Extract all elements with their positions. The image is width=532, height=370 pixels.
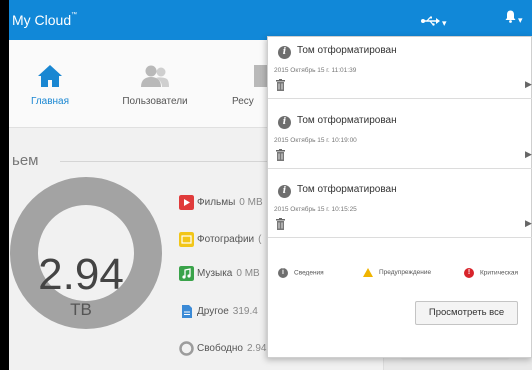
legend-value: 0 МВ (239, 197, 263, 209)
music-icon (179, 266, 194, 281)
nav-item-home[interactable]: Главная (20, 62, 80, 107)
home-icon (38, 65, 62, 87)
brand-name: My Cloud (12, 12, 72, 28)
photo-icon (179, 232, 194, 247)
trash-icon[interactable] (276, 218, 285, 230)
notification-item[interactable]: i Том отформатирован 2015 Октябрь 15 г. … (268, 37, 532, 99)
app-window: My Cloud™ ▾ ▾ Главная Пользователи Ресу … (0, 0, 532, 370)
info-icon: i (278, 116, 291, 129)
filter-info[interactable]: i Сведения (278, 268, 324, 278)
notification-title: Том отформатирован (297, 45, 397, 56)
notification-title: Том отформатирован (297, 184, 397, 195)
chevron-down-icon: ▾ (518, 15, 523, 25)
nav-item-shares[interactable]: Ресу (232, 62, 272, 107)
users-icon (141, 65, 169, 87)
capacity-value: 2.94 (38, 250, 124, 299)
legend-label: Свободно (197, 343, 243, 355)
brand-trademark: ™ (71, 12, 78, 18)
notifications-button[interactable]: ▾ (505, 10, 523, 27)
file-icon (182, 305, 192, 318)
capacity-unit: ТВ (70, 300, 92, 319)
nav-item-users[interactable]: Пользователи (110, 62, 200, 107)
chevron-right-icon[interactable]: ▶ (525, 79, 532, 90)
legend-label: Фотографии (197, 234, 255, 246)
notification-item[interactable]: i Том отформатирован 2015 Октябрь 15 г. … (268, 176, 532, 238)
window-edge (0, 0, 9, 370)
info-icon: i (278, 268, 288, 278)
notifications-dropdown: i Том отформатирован 2015 Октябрь 15 г. … (267, 36, 532, 358)
legend-music[interactable]: Музыка 0 МВ (179, 266, 260, 281)
chevron-right-icon[interactable]: ▶ (525, 218, 532, 229)
nav-label-shares: Ресу (232, 96, 254, 107)
notification-date: 2015 Октябрь 15 г. 11:01:39 (274, 67, 357, 74)
legend-movies[interactable]: Фильмы 0 МВ (179, 195, 263, 210)
legend-label: Фильмы (197, 197, 236, 209)
filter-warning[interactable]: Предупреждение (363, 268, 431, 277)
info-icon: i (278, 46, 291, 59)
chevron-down-icon: ▾ (442, 18, 447, 28)
notification-date: 2015 Октябрь 15 г. 10:19:00 (274, 137, 357, 144)
critical-icon: ! (464, 268, 474, 278)
usb-menu[interactable]: ▾ (420, 13, 447, 29)
nav-label-users: Пользователи (122, 96, 188, 107)
legend-other[interactable]: Другое 319.4 (179, 304, 258, 319)
free-space-icon (179, 341, 194, 356)
legend-value: ( (258, 234, 262, 246)
filter-warning-label: Предупреждение (379, 269, 432, 277)
brand-logo[interactable]: My Cloud™ (12, 12, 77, 28)
usb-icon (421, 16, 440, 26)
filter-info-label: Сведения (294, 269, 324, 277)
notification-title: Том отформатирован (297, 115, 397, 126)
trash-icon[interactable] (276, 149, 285, 161)
notification-item[interactable]: i Том отформатирован 2015 Октябрь 15 г. … (268, 107, 532, 169)
notification-date: 2015 Октябрь 15 г. 10:15:25 (274, 206, 357, 213)
legend-photos[interactable]: Фотографии( (179, 232, 262, 247)
section-title-capacity: ьем (12, 152, 39, 169)
legend-label: Музыка (197, 268, 233, 280)
legend-value: 0 МВ (236, 268, 260, 280)
trash-icon[interactable] (276, 79, 285, 91)
view-all-button[interactable]: Просмотреть все (415, 301, 518, 325)
legend-label: Другое (197, 306, 229, 318)
nav-label-home: Главная (30, 96, 70, 107)
warning-icon (363, 268, 373, 277)
chevron-right-icon[interactable]: ▶ (525, 149, 532, 160)
bell-icon (505, 10, 516, 23)
top-bar: My Cloud™ ▾ ▾ (0, 0, 532, 40)
film-icon (179, 195, 194, 210)
filter-critical[interactable]: ! Критическая (464, 268, 518, 278)
info-icon: i (278, 185, 291, 198)
legend-value: 319.4 (232, 306, 258, 318)
filter-critical-label: Критическая (480, 269, 519, 277)
